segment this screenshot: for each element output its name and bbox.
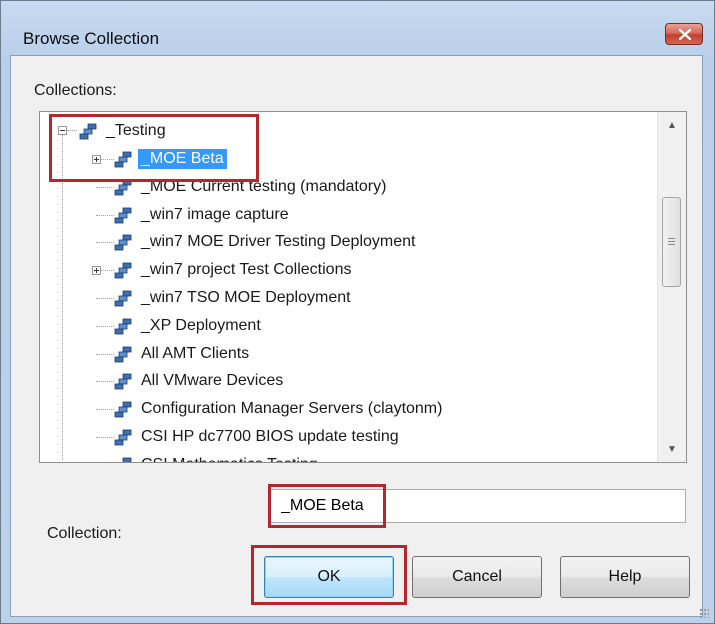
collection-icon	[114, 234, 132, 251]
tree-item[interactable]: Configuration Manager Servers (claytonm)	[112, 398, 445, 420]
tree-item-label: All AMT Clients	[141, 344, 250, 362]
tree-item-label: _XP Deployment	[141, 316, 261, 334]
tree-item-label: _win7 image capture	[141, 205, 289, 223]
tree-item[interactable]: CSI HP dc7700 BIOS update testing	[112, 426, 402, 448]
tree-item[interactable]: _win7 project Test Collections	[112, 259, 354, 281]
scroll-down-arrow-icon[interactable]: ▼	[658, 438, 686, 460]
highlight-box-ok	[251, 545, 407, 605]
collection-icon	[114, 262, 132, 279]
tree-item-label: Configuration Manager Servers (claytonm)	[141, 400, 443, 418]
tree-item[interactable]: CSI Mathematics Testing	[112, 454, 321, 462]
collection-icon	[122, 457, 132, 462]
resize-grip[interactable]	[699, 608, 709, 618]
tree-item[interactable]: _win7 MOE Driver Testing Deployment	[112, 231, 418, 253]
collection-icon	[114, 318, 132, 335]
collection-icon	[114, 346, 132, 362]
collections-label: Collections:	[34, 82, 117, 99]
collection-icon	[114, 290, 132, 307]
tree-item-label: _win7 TSO MOE Deployment	[141, 289, 351, 306]
highlight-box-tree	[49, 114, 259, 182]
grip-icon	[668, 238, 675, 246]
close-button[interactable]	[665, 23, 703, 45]
tree-item[interactable]: All VMware Devices	[112, 370, 286, 392]
collection-icon	[114, 429, 132, 446]
close-icon	[679, 29, 691, 40]
tree-item[interactable]: _XP Deployment	[112, 315, 264, 337]
tree-item-label: CSI HP dc7700 BIOS update testing	[141, 428, 399, 445]
expand-toggle[interactable]	[92, 266, 101, 276]
cancel-button[interactable]: Cancel	[412, 556, 542, 598]
collection-label: Collection:	[47, 525, 122, 542]
title-bar: Browse Collection	[1, 1, 714, 48]
help-button[interactable]: Help	[560, 556, 690, 598]
scroll-up-arrow-icon[interactable]: ▲	[658, 114, 686, 136]
scroll-thumb[interactable]	[662, 197, 681, 287]
tree-item-label: All VMware Devices	[141, 372, 284, 390]
tree-item-label: _win7 project Test Collections	[141, 261, 352, 279]
tree-item-label: CSI Mathematics Testing	[138, 455, 321, 462]
collection-icon	[114, 401, 132, 418]
tree-scrollbar[interactable]: ▲ ▼	[657, 112, 686, 462]
window-title: Browse Collection	[23, 29, 160, 48]
highlight-box-field	[268, 484, 386, 528]
collection-icon	[114, 207, 132, 223]
collection-icon	[114, 373, 132, 390]
tree-item[interactable]: _win7 TSO MOE Deployment	[112, 287, 354, 309]
tree-item[interactable]: All AMT Clients	[112, 343, 252, 365]
tree-item[interactable]: _win7 image capture	[112, 204, 292, 226]
tree-item-label: _win7 MOE Driver Testing Deployment	[141, 233, 416, 251]
